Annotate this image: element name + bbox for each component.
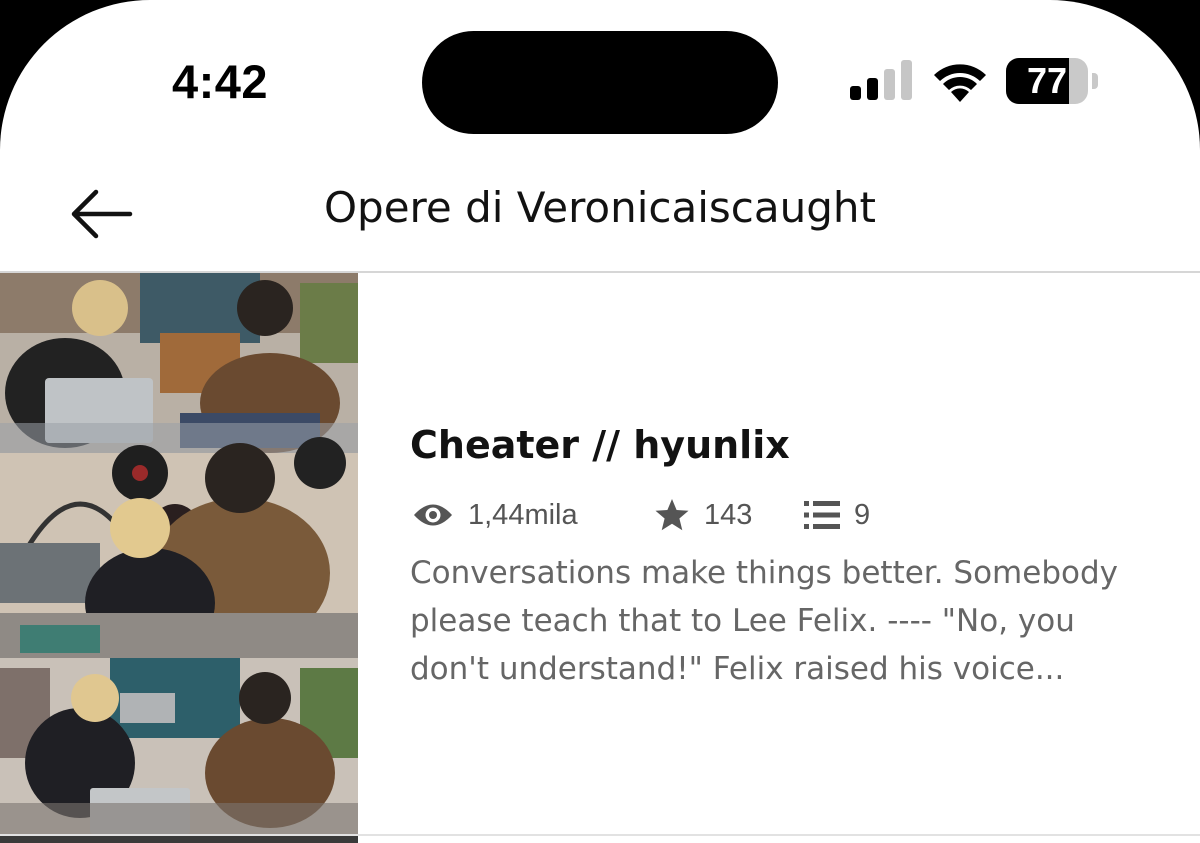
next-story-cover-edge: [0, 836, 358, 843]
battery-icon: 77: [1006, 58, 1098, 104]
votes-stat: 143: [654, 495, 752, 535]
eye-icon: [414, 504, 452, 526]
story-list-item[interactable]: Cheater // hyunlix 1,44mila 143 9 Conver…: [0, 273, 1200, 834]
list-icon: [804, 501, 840, 529]
reads-stat: 1,44mila: [412, 495, 578, 535]
status-time: 4:42: [172, 55, 269, 108]
battery-percentage: 77: [1026, 60, 1068, 101]
dynamic-island: [422, 31, 778, 134]
votes-count: 143: [704, 498, 753, 531]
page-title: Opere di Veronicaiscaught: [324, 183, 876, 232]
parts-stat: 9: [804, 495, 870, 535]
story-stats: 1,44mila 143 9: [412, 495, 1112, 535]
star-icon: [655, 499, 689, 531]
cellular-signal-icon: [850, 60, 912, 100]
reads-count: 1,44mila: [468, 498, 578, 531]
wifi-icon: [934, 64, 986, 102]
story-description: Conversations make things better. Somebo…: [410, 555, 1118, 687]
story-cover-image: [0, 273, 358, 834]
parts-count: 9: [854, 498, 871, 531]
phone-screen: 4:42 77 Opere di Veronicaiscaught Cheate…: [0, 0, 1200, 843]
story-title: Cheater // hyunlix: [410, 423, 790, 467]
